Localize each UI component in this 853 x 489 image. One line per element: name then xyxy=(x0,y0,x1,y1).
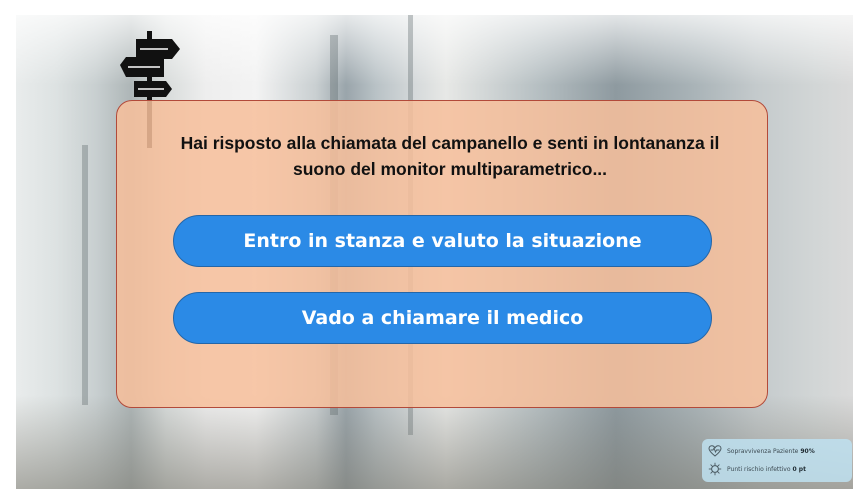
door-frame-left xyxy=(82,145,88,405)
choice-enter-room-button[interactable]: Entro in stanza e valuto la situazione xyxy=(173,215,712,267)
survival-row: Sopravvivenza Paziente 90% xyxy=(708,444,815,458)
heart-monitor-icon xyxy=(708,445,722,457)
scenario-question: Hai risposto alla chiamata del campanell… xyxy=(180,133,720,179)
survival-label: Sopravvivenza Paziente xyxy=(727,447,799,455)
infection-row: Punti rischio infettivo 0 pt xyxy=(708,462,806,476)
choice-call-doctor-button[interactable]: Vado a chiamare il medico xyxy=(173,292,712,344)
infection-label: Punti rischio infettivo xyxy=(727,465,791,473)
survival-value: 90% xyxy=(800,447,815,455)
infection-value: 0 pt xyxy=(792,465,806,473)
virus-icon xyxy=(708,462,722,476)
status-panel: Sopravvivenza Paziente 90% Punti rischio… xyxy=(702,439,852,482)
